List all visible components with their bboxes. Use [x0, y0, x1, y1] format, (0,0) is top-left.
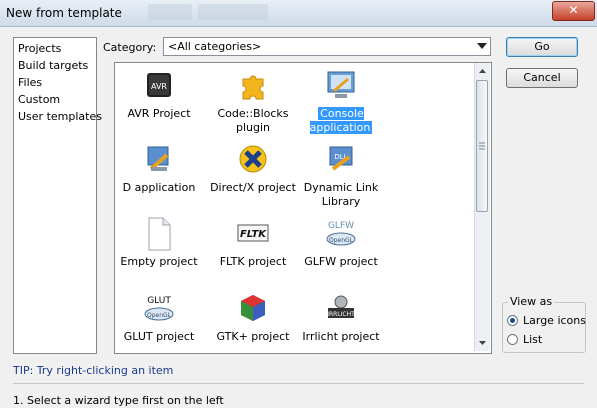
template-label: Console application: [309, 107, 373, 134]
template-label: FLTK project: [219, 255, 287, 268]
template-label: Empty project: [120, 255, 198, 268]
close-button[interactable]: ✕: [552, 1, 595, 21]
console-monitor-icon: [325, 69, 357, 101]
wizard-step-text: 1. Select a wizard type first on the lef…: [13, 394, 224, 407]
view-as-legend: View as: [508, 295, 555, 308]
category-value: <All categories>: [168, 40, 262, 53]
sidebar-item-projects[interactable]: Projects: [18, 41, 61, 57]
blank-page-icon: [143, 217, 175, 251]
template-label: GLUT project: [123, 330, 195, 343]
template-label: GTK+ project: [216, 330, 290, 343]
scroll-down-button[interactable]: [475, 336, 490, 351]
go-button[interactable]: Go: [506, 37, 578, 57]
divider: [13, 383, 584, 384]
category-label: Category:: [103, 41, 157, 54]
dll-icon: DLL: [325, 143, 357, 175]
sidebar-item-user-templates[interactable]: User templates: [18, 109, 102, 125]
template-label: GLFW project: [304, 255, 378, 268]
template-grid: AVR AVR Project Code::Blocks plugin Cons…: [114, 62, 492, 354]
sidebar-item-custom[interactable]: Custom: [18, 92, 60, 108]
chevron-down-icon[interactable]: [477, 43, 487, 49]
fltk-icon-text: FLTK: [240, 229, 267, 240]
radio-unchecked-icon[interactable]: [507, 334, 518, 345]
template-label: D application: [122, 181, 196, 194]
d-application-icon: [143, 143, 175, 175]
sidebar-item-build-targets[interactable]: Build targets: [18, 58, 88, 74]
template-label: Code::Blocks plugin: [217, 107, 289, 134]
radio-label: Large icons: [523, 314, 586, 327]
directx-icon: [237, 143, 269, 175]
irrlicht-icon-text: IRRLICHT: [327, 311, 355, 318]
template-label: Direct/X project: [210, 181, 296, 194]
glut-opengl-icon: GLUT OpenGL: [143, 292, 175, 324]
template-label: Dynamic Link Library: [303, 181, 379, 208]
scroll-up-button[interactable]: [475, 63, 490, 78]
fltk-icon: FLTK: [237, 217, 269, 249]
avr-icon-text: AVR: [151, 82, 167, 91]
cancel-button[interactable]: Cancel: [506, 68, 578, 88]
title-bar: New from template ✕: [0, 0, 597, 27]
opengl-icon-text: OpenGL: [147, 312, 172, 319]
glut-icon-text: GLUT: [147, 296, 171, 306]
template-grid-scrollbar[interactable]: [474, 63, 490, 351]
puzzle-plugin-icon: [237, 69, 269, 101]
category-dropdown[interactable]: <All categories>: [163, 37, 491, 56]
background-window-ghost: [148, 4, 192, 20]
scrollbar-thumb[interactable]: [476, 80, 488, 212]
opengl-icon-text: OpenGL: [329, 237, 354, 244]
glfw-opengl-icon: GLFW OpenGL: [325, 217, 357, 249]
radio-label: List: [523, 333, 543, 346]
background-window-ghost: [198, 4, 268, 20]
template-type-list: Projects Build targets Files Custom User…: [13, 37, 102, 354]
view-as-group: View as Large icons List: [502, 296, 586, 353]
window-title: New from template: [6, 6, 122, 20]
avr-chip-icon: AVR: [143, 69, 175, 101]
gtk-cube-icon: [237, 292, 269, 324]
template-label: AVR Project: [127, 107, 191, 120]
sidebar-item-files[interactable]: Files: [18, 75, 42, 91]
radio-checked-icon[interactable]: [507, 315, 518, 326]
glfw-icon-text: GLFW: [328, 221, 354, 231]
template-label: Irrlicht project: [302, 330, 380, 343]
irrlicht-icon: IRRLICHT: [325, 292, 357, 324]
tip-text: TIP: Try right-clicking an item: [13, 364, 174, 377]
